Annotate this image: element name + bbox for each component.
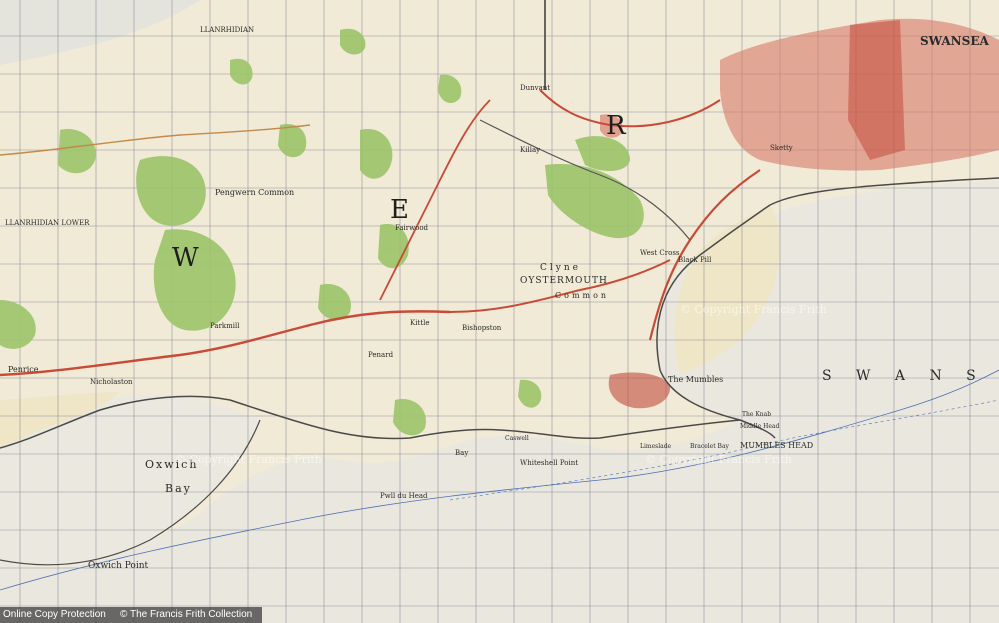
oxwich-point-label: Oxwich Point [88,561,149,571]
map-canvas[interactable]: S W A N S SWANSEA Oxwich Bay Oxwich Poin… [0,0,999,623]
bishopston-label: Bishopston [462,324,502,332]
killay-label: Killay [520,146,540,154]
the-knab-label: The Knab [742,411,771,418]
fairwood-label: Fairwood [395,224,429,232]
mumbles-head-label: MUMBLES HEAD [740,441,813,450]
bracelet-bay-label: Bracelet Bay [690,443,730,450]
clyne-label: Clyne [540,263,581,273]
the-mumbles-label: The Mumbles [668,375,723,384]
pwlldu-bay-label: Bay [455,449,468,457]
swansea-bay-label: S W A N S [822,368,986,384]
west-cross-label: West Cross [640,249,680,257]
penard-label: Penard [368,351,394,359]
footer-copy-protection: Online Copy Protection [3,609,106,620]
nicholaston-label: Nicholaston [90,378,133,386]
watermark-3: © Copyright Francis Frith [680,303,827,316]
llanrhidian-label: LLANRHIDIAN [200,26,254,34]
footer-bar: Online Copy Protection © The Francis Fri… [0,607,999,623]
middle-head-label: Middle Head [740,423,779,430]
watermark-2: © Copyright Francis Frith [645,453,792,466]
pengwern-common-label: Pengwern Common [215,188,294,197]
dunvant-label: Dunvant [520,84,550,92]
letter-e-label: E [390,195,409,225]
oystermouth-label: OYSTERMOUTH [520,276,608,286]
limeslade-label: Limeslade [640,443,672,450]
sketty-label: Sketty [770,144,793,152]
parkmill-label: Parkmill [210,322,240,330]
footer-copyright: © The Francis Frith Collection [120,609,253,620]
swansea-town-label: SWANSEA [920,34,989,48]
black-pill-label: Black Pill [678,256,712,264]
watermark-1: © Copyright Francis Frith [175,453,322,466]
letter-r-label: R [606,111,627,141]
whiteshell-point-label: Whiteshell Point [520,459,578,467]
penrice-label: Penrice [8,365,39,374]
llanrhidian-lower-label: LLANRHIDIAN LOWER [5,219,90,227]
oxwich-label-2: Bay [165,482,192,495]
kittle-label: Kittle [410,319,429,327]
letter-w-label: W [172,243,199,273]
caswell-label: Caswell [505,435,529,442]
common-label: Common [555,291,609,300]
pwll-du-head-label: Pwll du Head [380,492,428,500]
